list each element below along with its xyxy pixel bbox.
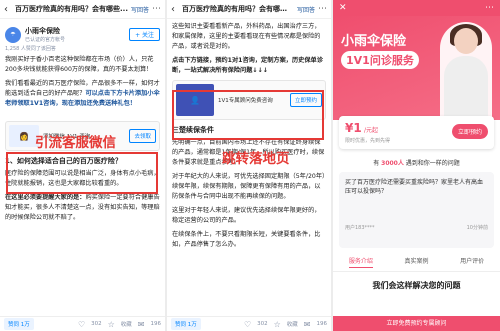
price: ¥1 <box>345 121 362 135</box>
annotation-box-wechat <box>6 152 158 194</box>
question-title[interactable]: 百万医疗险真的有用吗？会有哪些... <box>182 4 294 14</box>
star-icon[interactable]: ☆ <box>274 320 281 329</box>
upvote-button[interactable]: 赞同 1万 <box>171 318 201 330</box>
tab-reviews[interactable]: 用户评价 <box>460 256 484 268</box>
question-time: 10分钟前 <box>466 225 488 231</box>
comment-count: 196 <box>150 321 162 327</box>
favorite-label: 收藏 <box>286 322 298 328</box>
follow-button[interactable]: + 关注 <box>129 28 160 41</box>
count-number: 3000人 <box>381 160 404 167</box>
price-offer-card: ¥1 /元起 立即预约 限时优惠，先到先得 <box>339 116 494 149</box>
comment-icon[interactable]: ✉ <box>304 320 311 329</box>
more-icon[interactable]: ⋯ <box>152 4 161 14</box>
tab-cases[interactable]: 真实案例 <box>404 256 428 268</box>
annotation-box-landing <box>172 90 324 140</box>
author-row: ☂ 小雨伞保险 已认证的官方帐号 + 关注 <box>5 26 160 43</box>
heart-icon[interactable]: ♡ <box>78 320 85 329</box>
solve-heading: 我们会这样解决您的问题 <box>372 281 461 290</box>
book-now-button[interactable]: 立即预约 <box>451 124 488 139</box>
like-count: 302 <box>257 321 268 327</box>
heart-icon[interactable]: ♡ <box>244 320 251 329</box>
paragraph: 在续保条件上，不要只看期限长短，关键要看条件，比如，产品停售了怎么办。 <box>172 231 321 248</box>
more-icon[interactable]: ⋯ <box>485 3 494 13</box>
tab-service[interactable]: 服务介绍 <box>348 256 373 268</box>
top-bar: ‹ 百万医疗险真的有用吗？会有哪些... 写回答 ⋯ <box>167 0 331 19</box>
paragraph-bold: 点击下方链接，预约1对1咨询，定制方案，历史保单诊断，一站式解决所有保险问题↓↓… <box>172 57 323 74</box>
author-name[interactable]: 小雨伞保险 <box>25 26 65 36</box>
write-answer-button[interactable]: 写回答 <box>131 5 149 14</box>
more-icon[interactable]: ⋯ <box>318 4 327 14</box>
paragraph: 我刚买好于香小百老这种保险都在市场（价）人，只花200多块钱就能获得600万的保… <box>5 56 154 73</box>
star-icon[interactable]: ☆ <box>108 320 115 329</box>
like-count: 302 <box>91 321 102 327</box>
author-description: 已认证的官方帐号 <box>25 37 66 43</box>
landing-top-bar: ✕ ⋯ <box>333 0 500 16</box>
claim-button[interactable]: 去领取 <box>129 129 156 143</box>
back-arrow-icon[interactable]: ‹ <box>171 4 179 15</box>
count-prefix: 有 <box>373 160 380 167</box>
paragraph: 我们看看最近的百万医疗保险，产品很多不一样，如何才能选到适合自己的好产品呢？可以… <box>5 79 160 109</box>
hero-banner: 小雨伞保险 1V1问诊服务 <box>333 16 500 120</box>
comment-icon[interactable]: ✉ <box>138 320 145 329</box>
consultant-photo <box>440 22 492 120</box>
favorite-label: 收藏 <box>120 322 132 328</box>
back-arrow-icon[interactable]: ‹ <box>4 4 12 15</box>
question-text: 买了百万医疗险还需要买重疾险吗？家里老人有高血压可以投保吗？ <box>345 179 484 195</box>
paragraph: 对于年纪大的人来说，可优先选择固定期限（5年/20年）续保年限，续保有期限，保障… <box>172 173 326 200</box>
upvote-count-text: 1,258 人赞同了该回答 <box>5 46 56 52</box>
annotation-label-landing: 跳转落地页 <box>222 151 290 167</box>
annotation-label-wechat: 引流客服微信 <box>35 135 116 151</box>
landing-tabs: 服务介绍 真实案例 用户评价 <box>333 256 500 272</box>
upvote-button[interactable]: 赞同 1万 <box>4 318 34 330</box>
paragraph: 这里对于年轻人来说，建议优先选择续保年限更好的，稳定运营的公司的产品。 <box>172 207 321 224</box>
question-title[interactable]: 百万医疗险真的有用吗？会有哪些... <box>15 4 128 14</box>
bottom-action-bar: 赞同 1万 ♡ 302 ☆ 收藏 ✉ 196 <box>0 316 165 331</box>
write-answer-button[interactable]: 写回答 <box>297 5 315 14</box>
count-suffix: 遇到和你一样的问题 <box>405 160 460 167</box>
close-icon[interactable]: ✕ <box>339 3 347 13</box>
avatar[interactable]: ☂ <box>5 26 21 43</box>
service-badge: 1V1问诊服务 <box>341 51 419 69</box>
question-user: 用户183**** <box>345 225 375 231</box>
comment-count: 196 <box>316 321 328 327</box>
free-booking-cta[interactable]: 立即免费预约专属顾问 <box>333 316 500 331</box>
landing-page-panel: ✕ ⋯ 小雨伞保险 1V1问诊服务 ¥1 /元起 立即预约 限时优惠，先到先得 … <box>333 0 500 331</box>
bottom-action-bar: 赞同 1万 ♡ 302 ☆ 收藏 ✉ 196 <box>167 316 331 331</box>
price-unit: /元起 <box>363 127 378 134</box>
top-bar: ‹ 百万医疗险真的有用吗？会有哪些... 写回答 ⋯ <box>0 0 165 19</box>
paragraph: 在这里必须要提醒大家的是：购买保险一定要符合健康告知才能买，很多人不清楚这一点，… <box>5 193 160 223</box>
bold-text: 在这里必须要提醒大家的是： <box>5 194 86 201</box>
paragraph: 这些知识主要看看新产品，外科药品，出国治疗三方，和家属保障，这里的主要看看现在有… <box>172 23 321 50</box>
question-preview: 买了百万医疗险还需要买重疾险吗？家里老人有高血压可以投保吗？ 用户183****… <box>339 172 494 248</box>
user-count-text: 有 3000人 遇到和你一样的问题 <box>333 158 500 167</box>
